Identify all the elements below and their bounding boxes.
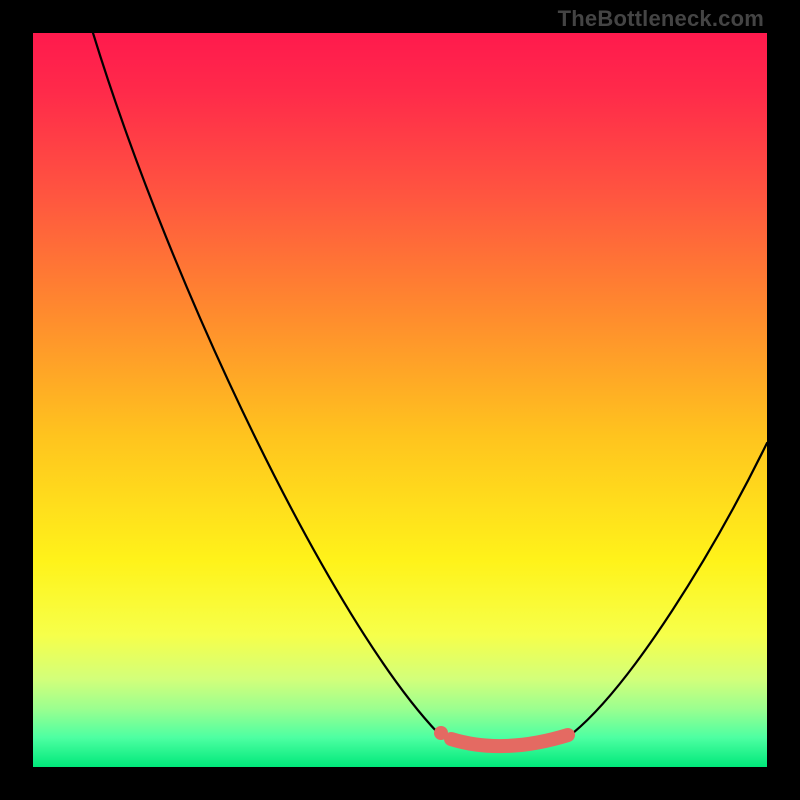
- optimal-range-band: [451, 735, 568, 746]
- bottleneck-curve: [33, 33, 767, 767]
- optimal-start-dot: [434, 726, 448, 740]
- curve-right-branch: [573, 443, 767, 733]
- gradient-plot-area: [33, 33, 767, 767]
- curve-left-branch: [93, 33, 438, 733]
- watermark-text: TheBottleneck.com: [558, 6, 764, 32]
- chart-frame: TheBottleneck.com: [0, 0, 800, 800]
